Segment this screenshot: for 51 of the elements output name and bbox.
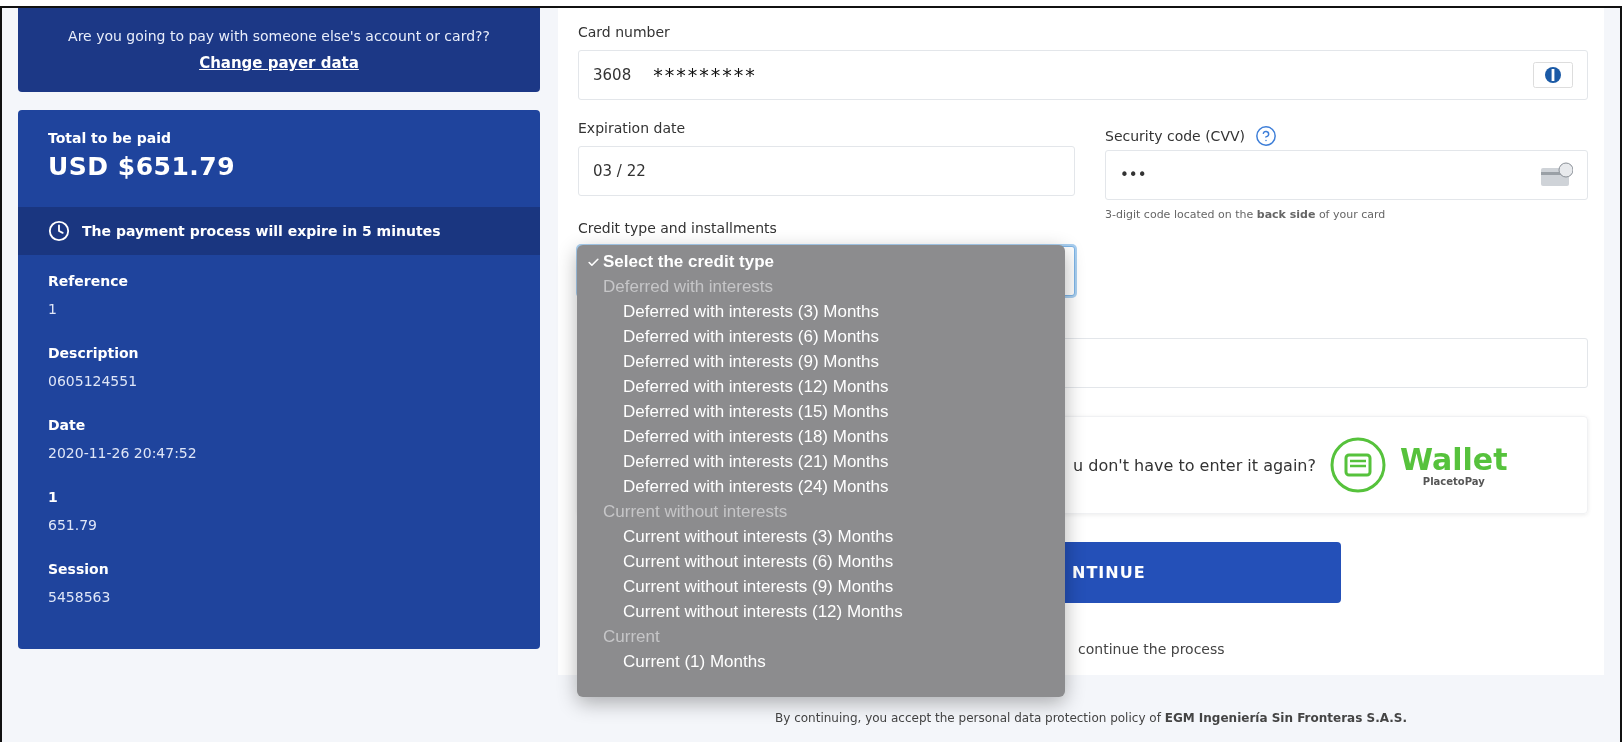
- field-label: Card number: [578, 24, 671, 42]
- dropdown-option[interactable]: Select the credit type: [585, 249, 1057, 274]
- wallet-icon: [1330, 437, 1386, 493]
- detail-value: 0605124551: [48, 373, 139, 389]
- dropdown-option[interactable]: Current without interests (6) Months: [585, 549, 1057, 574]
- dropdown-group-label: Current without interests: [602, 500, 789, 523]
- detail-label: Description: [48, 345, 140, 361]
- expiration-field[interactable]: 03 / 22: [578, 146, 1075, 196]
- card-number-field[interactable]: 3608 *********: [578, 50, 1588, 100]
- card-back-icon: [1541, 162, 1573, 188]
- total-label: Total to be paid: [48, 130, 172, 146]
- detail-value: 651.79: [48, 517, 98, 533]
- expiry-notice: The payment process will expire in 5 minutes: [82, 223, 441, 239]
- dropdown-option[interactable]: Deferred with interests (24) Months: [585, 474, 1057, 499]
- detail-label: Session: [48, 561, 110, 577]
- wallet-logo-subtext: PlacetoPay: [1422, 475, 1485, 487]
- dropdown-option[interactable]: Current without interests (12) Months: [585, 599, 1057, 624]
- dropdown-option[interactable]: Deferred with interests (12) Months: [585, 374, 1057, 399]
- dropdown-option[interactable]: Deferred with interests (6) Months: [585, 324, 1057, 349]
- dropdown-group-label: Deferred with interests: [602, 275, 775, 298]
- continue-note: continue the process: [1078, 641, 1226, 657]
- total-amount: USD $651.79: [48, 152, 237, 181]
- footer-policy-text: By continuing, you accept the personal data protection policy of EGM Ingeniería Sin Fronteras S.A.S.: [775, 711, 1407, 725]
- dropdown-option[interactable]: Current without interests (9) Months: [585, 574, 1057, 599]
- detail-label: 1: [48, 489, 59, 505]
- detail-value: 5458563: [48, 589, 112, 605]
- card-brand-icon: [1533, 62, 1573, 88]
- detail-value: 1: [48, 301, 58, 317]
- wallet-logo-text: Wallet: [1400, 443, 1508, 476]
- dropdown-option[interactable]: Deferred with interests (18) Months: [585, 424, 1057, 449]
- dropdown-option[interactable]: Deferred with interests (9) Months: [585, 349, 1057, 374]
- dropdown-option[interactable]: Current without interests (3) Months: [585, 524, 1057, 549]
- clock-icon: [48, 220, 70, 242]
- change-payer-link[interactable]: Change payer data: [199, 54, 359, 72]
- field-label: Expiration date: [578, 120, 687, 138]
- dropdown-option[interactable]: Deferred with interests (3) Months: [585, 299, 1057, 324]
- help-icon[interactable]: [1255, 125, 1277, 147]
- check-icon: [587, 256, 600, 269]
- detail-label: Reference: [48, 273, 130, 289]
- field-label: Credit type and installments: [578, 220, 778, 238]
- cvv-hint: 3-digit code located on the back side of your card: [1105, 208, 1387, 221]
- cvv-field[interactable]: •••: [1105, 150, 1588, 200]
- dropdown-option[interactable]: Deferred with interests (15) Months: [585, 399, 1057, 424]
- wallet-question: u don't have to enter it again?: [1073, 455, 1316, 475]
- dropdown-option[interactable]: Deferred with interests (21) Months: [585, 449, 1057, 474]
- field-label: Security code (CVV): [1105, 128, 1245, 144]
- detail-value: 2020-11-26 20:47:52: [48, 445, 198, 461]
- dropdown-option[interactable]: Current (1) Months: [585, 649, 1057, 674]
- payer-question: Are you going to pay with someone else's account or card??: [68, 28, 490, 44]
- detail-label: Date: [48, 417, 87, 433]
- dropdown-group-label: Current: [602, 625, 661, 648]
